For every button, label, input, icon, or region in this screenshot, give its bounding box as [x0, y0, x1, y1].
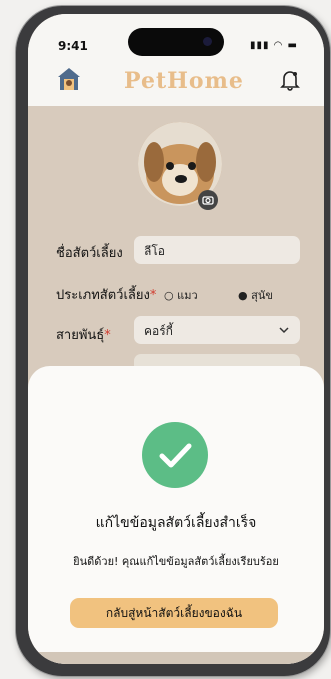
pet-type-label: ประเภทสัตว์เลี้ยง* [56, 288, 157, 303]
bell-icon[interactable] [280, 69, 300, 91]
pet-name-input[interactable]: ลีโอ [134, 236, 300, 264]
status-time: 9:41 [58, 39, 88, 53]
chevron-down-icon [279, 327, 289, 334]
radio-cat-label: แมว [177, 289, 198, 302]
breed-select[interactable]: คอร์กี้ [134, 316, 300, 344]
modal-message: ยินดีด้วย! คุณแก้ไขข้อมูลสัตว์เลี้ยงเรีย… [73, 555, 279, 568]
app-screen: 9:41 ▮▮▮ ◠ ▬ PetHome ชื่อสัตว์เลี้ยง ลีโ… [28, 14, 324, 664]
pet-name-value: ลีโอ [144, 244, 166, 258]
app-header: PetHome [28, 62, 324, 106]
bottom-nav-bar [28, 652, 324, 664]
success-check-icon [142, 422, 208, 488]
camera-icon[interactable] [198, 190, 218, 210]
pet-house-icon[interactable] [56, 66, 82, 92]
modal-title: แก้ไขข้อมูลสัตว์เลี้ยงสำเร็จ [95, 515, 257, 531]
success-modal: แก้ไขข้อมูลสัตว์เลี้ยงสำเร็จ ยินดีด้วย! … [28, 366, 324, 664]
back-to-my-pets-button[interactable]: กลับสู่หน้าสัตว์เลี้ยงของฉัน [70, 598, 278, 628]
breed-label: สายพันธุ์* [56, 328, 111, 343]
breed-value: คอร์กี้ [144, 324, 173, 338]
pet-name-label: ชื่อสัตว์เลี้ยง [56, 246, 123, 261]
brand-logo-text[interactable]: PetHome [124, 68, 244, 94]
radio-dog[interactable]: ● สุนัข [238, 286, 273, 304]
dynamic-island [128, 28, 224, 56]
radio-dog-label: สุนัข [251, 289, 273, 302]
radio-cat[interactable]: ○ แมว [164, 286, 198, 304]
status-icons: ▮▮▮ ◠ ▬ [249, 40, 298, 51]
